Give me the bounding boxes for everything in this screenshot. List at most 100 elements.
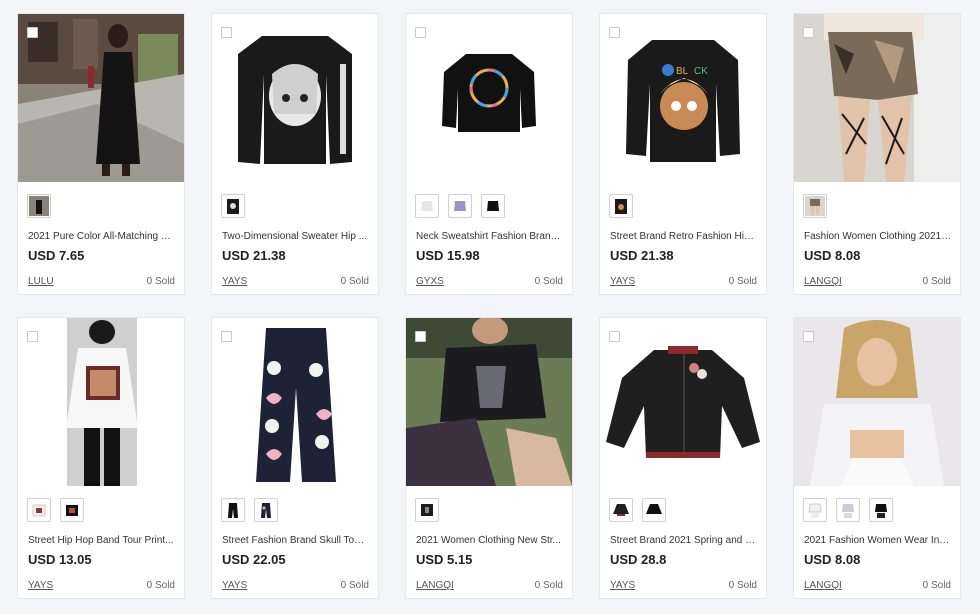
product-title[interactable]: Street Fashion Brand Skull Towe... <box>222 535 370 547</box>
product-card[interactable]: 2021 Fashion Women Wear Inte... USD 8.08… <box>793 317 961 599</box>
color-swatch[interactable] <box>221 498 245 522</box>
product-card[interactable]: Fashion Women Clothing 2021 ... USD 8.08… <box>793 13 961 295</box>
sold-count: 0 Sold <box>340 580 369 591</box>
select-checkbox[interactable] <box>415 27 426 38</box>
color-swatches <box>803 498 893 522</box>
product-card[interactable]: Two-Dimensional Sweater Hip ... USD 21.3… <box>211 13 379 295</box>
brand-link[interactable]: YAYS <box>222 580 247 592</box>
product-title[interactable]: 2021 Pure Color All-Matching H... <box>28 231 176 243</box>
color-swatches <box>27 498 84 522</box>
product-image[interactable] <box>794 318 960 486</box>
color-swatch[interactable] <box>609 194 633 218</box>
select-checkbox[interactable] <box>221 331 232 342</box>
color-swatches <box>415 194 505 218</box>
color-swatches <box>221 194 245 218</box>
color-swatch[interactable] <box>803 498 827 522</box>
sold-count: 0 Sold <box>922 580 951 591</box>
brand-link[interactable]: LANGQI <box>804 276 842 288</box>
product-price: USD 22.05 <box>222 552 286 567</box>
product-card[interactable]: Neck Sweatshirt Fashion Brand ... USD 15… <box>405 13 573 295</box>
product-title[interactable]: 2021 Fashion Women Wear Inte... <box>804 535 952 547</box>
brand-link[interactable]: LULU <box>28 276 54 288</box>
select-checkbox[interactable] <box>415 331 426 342</box>
brand-link[interactable]: YAYS <box>28 580 53 592</box>
select-checkbox[interactable] <box>27 27 38 38</box>
sold-count: 0 Sold <box>728 580 757 591</box>
color-swatches <box>609 498 666 522</box>
sold-count: 0 Sold <box>340 276 369 287</box>
select-checkbox[interactable] <box>803 331 814 342</box>
color-swatch[interactable] <box>869 498 893 522</box>
color-swatch[interactable] <box>60 498 84 522</box>
product-image[interactable] <box>600 318 766 486</box>
color-swatch[interactable] <box>415 194 439 218</box>
svg-text:BL: BL <box>676 66 689 77</box>
product-price: USD 13.05 <box>28 552 92 567</box>
product-image[interactable]: BL CK <box>600 14 766 182</box>
product-price: USD 5.15 <box>416 552 473 567</box>
sold-count: 0 Sold <box>728 276 757 287</box>
product-price: USD 15.98 <box>416 248 480 263</box>
select-checkbox[interactable] <box>609 331 620 342</box>
product-title[interactable]: Street Brand Retro Fashion Hip ... <box>610 231 758 243</box>
color-swatches <box>609 194 633 218</box>
brand-link[interactable]: YAYS <box>222 276 247 288</box>
color-swatch[interactable] <box>481 194 505 218</box>
sold-count: 0 Sold <box>534 580 563 591</box>
product-title[interactable]: Street Hip Hop Band Tour Print... <box>28 535 176 547</box>
product-price: USD 7.65 <box>28 248 85 263</box>
color-swatch[interactable] <box>448 194 472 218</box>
product-card[interactable]: BL CK Street Brand Retro Fashion Hip ...… <box>599 13 767 295</box>
brand-link[interactable]: YAYS <box>610 580 635 592</box>
product-image[interactable] <box>18 14 184 182</box>
color-swatch[interactable] <box>642 498 666 522</box>
sold-count: 0 Sold <box>146 276 175 287</box>
color-swatches <box>803 194 827 218</box>
product-price: USD 28.8 <box>610 552 667 567</box>
select-checkbox[interactable] <box>221 27 232 38</box>
product-image[interactable] <box>794 14 960 182</box>
product-title[interactable]: Street Brand 2021 Spring and S... <box>610 535 758 547</box>
product-price: USD 8.08 <box>804 552 861 567</box>
color-swatches <box>27 194 51 218</box>
color-swatch[interactable] <box>254 498 278 522</box>
product-card[interactable]: 2021 Women Clothing New Str... USD 5.15 … <box>405 317 573 599</box>
select-checkbox[interactable] <box>803 27 814 38</box>
color-swatch[interactable] <box>27 194 51 218</box>
brand-link[interactable]: LANGQI <box>416 580 454 592</box>
product-grid: 2021 Pure Color All-Matching H... USD 7.… <box>0 0 980 614</box>
color-swatch[interactable] <box>221 194 245 218</box>
product-title[interactable]: Fashion Women Clothing 2021 ... <box>804 231 952 243</box>
color-swatch[interactable] <box>27 498 51 522</box>
product-image[interactable] <box>406 14 572 182</box>
select-checkbox[interactable] <box>609 27 620 38</box>
product-title[interactable]: Two-Dimensional Sweater Hip ... <box>222 231 370 243</box>
product-image[interactable] <box>18 318 184 486</box>
product-image[interactable] <box>406 318 572 486</box>
color-swatch[interactable] <box>836 498 860 522</box>
product-price: USD 21.38 <box>222 248 286 263</box>
product-image[interactable] <box>212 318 378 486</box>
product-image[interactable] <box>212 14 378 182</box>
product-price: USD 8.08 <box>804 248 861 263</box>
product-card[interactable]: Street Hip Hop Band Tour Print... USD 13… <box>17 317 185 599</box>
product-card[interactable]: Street Fashion Brand Skull Towe... USD 2… <box>211 317 379 599</box>
product-card[interactable]: Street Brand 2021 Spring and S... USD 28… <box>599 317 767 599</box>
brand-link[interactable]: GYXS <box>416 276 444 288</box>
product-price: USD 21.38 <box>610 248 674 263</box>
sold-count: 0 Sold <box>146 580 175 591</box>
product-title[interactable]: 2021 Women Clothing New Str... <box>416 535 564 547</box>
color-swatches <box>415 498 439 522</box>
brand-link[interactable]: LANGQI <box>804 580 842 592</box>
color-swatch[interactable] <box>803 194 827 218</box>
color-swatches <box>221 498 278 522</box>
color-swatch[interactable] <box>609 498 633 522</box>
color-swatch[interactable] <box>415 498 439 522</box>
brand-link[interactable]: YAYS <box>610 276 635 288</box>
select-checkbox[interactable] <box>27 331 38 342</box>
sold-count: 0 Sold <box>534 276 563 287</box>
product-card[interactable]: 2021 Pure Color All-Matching H... USD 7.… <box>17 13 185 295</box>
sold-count: 0 Sold <box>922 276 951 287</box>
svg-text:CK: CK <box>694 66 708 77</box>
product-title[interactable]: Neck Sweatshirt Fashion Brand ... <box>416 231 564 243</box>
